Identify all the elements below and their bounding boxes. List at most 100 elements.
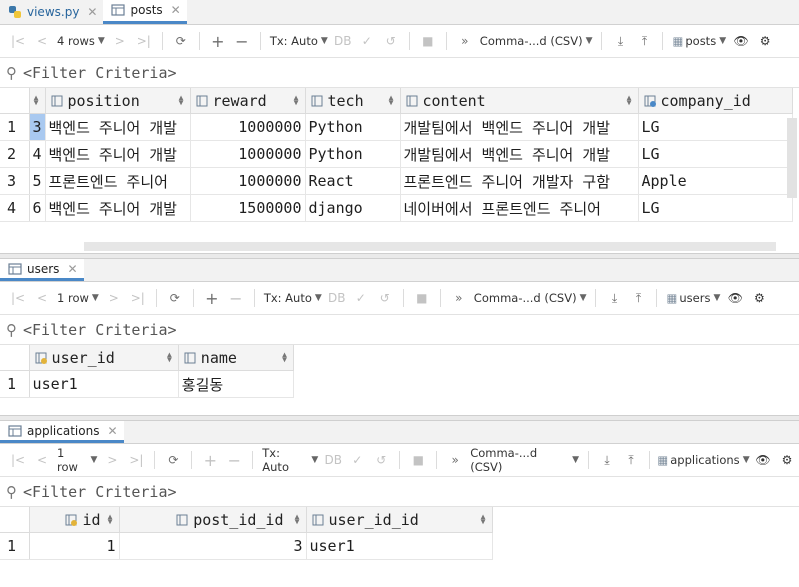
column-header-reward[interactable]: reward ▲ ▼	[190, 88, 306, 114]
check-icon[interactable]: ✓	[350, 287, 372, 309]
first-page-icon[interactable]: |<	[7, 30, 29, 52]
sort-icon[interactable]: ▲ ▼	[179, 94, 184, 107]
table-row[interactable]: 1 user1 홍길동	[0, 370, 295, 398]
cell-reward[interactable]: 1000000	[190, 113, 306, 141]
close-icon[interactable]: ✕	[67, 262, 77, 276]
column-header-id[interactable]: id ▲ ▼	[29, 507, 120, 533]
refresh-icon[interactable]: ⟳	[170, 30, 192, 52]
cell-id[interactable]: 1	[29, 532, 120, 560]
table-row[interactable]: 4 6 백엔드 주니어 개발 1500000 django 네이버에서 프론트엔…	[0, 194, 793, 222]
cell-company-id[interactable]: Apple	[638, 167, 793, 195]
cell-post-id-id[interactable]: 3	[119, 532, 307, 560]
tab-posts[interactable]: posts ✕	[103, 0, 187, 24]
vertical-scrollbar[interactable]	[787, 118, 797, 198]
column-header-company-id[interactable]: company_id	[638, 88, 793, 114]
sort-icon[interactable]: ▲ ▼	[295, 513, 300, 526]
cell-reward[interactable]: 1000000	[190, 167, 306, 195]
upload-icon[interactable]: ⤒	[627, 287, 649, 309]
stop-icon[interactable]: ■	[411, 287, 433, 309]
view-eye-icon[interactable]: 👁	[730, 30, 752, 52]
sort-icon[interactable]: ▲ ▼	[167, 351, 172, 364]
next-page-icon[interactable]: >	[109, 30, 131, 52]
rollback-icon[interactable]: ↺	[374, 287, 396, 309]
row-number[interactable]: 4	[0, 194, 30, 222]
cell-content[interactable]: 개발팀에서 백엔드 주니어 개발	[400, 140, 639, 168]
refresh-icon[interactable]: ⟳	[164, 287, 186, 309]
upload-icon[interactable]: ⤒	[620, 449, 642, 471]
rollback-icon[interactable]: ↺	[380, 30, 402, 52]
commit-icon[interactable]: DB	[326, 287, 348, 309]
close-icon[interactable]: ✕	[107, 424, 117, 438]
download-icon[interactable]: ⤓	[603, 287, 625, 309]
cell-id[interactable]: 6	[29, 194, 46, 222]
delete-row-icon[interactable]: −	[231, 30, 253, 52]
extractor-dropdown[interactable]: Comma-...d (CSV) ▼	[468, 446, 581, 474]
row-number[interactable]: 2	[0, 140, 30, 168]
gear-icon[interactable]: ⚙	[748, 287, 770, 309]
cell-id[interactable]: 5	[29, 167, 46, 195]
cell-company-id[interactable]: LG	[638, 140, 793, 168]
sort-icon[interactable]: ▲ ▼	[282, 351, 287, 364]
cell-tech[interactable]: Python	[305, 140, 401, 168]
more-icon[interactable]: »	[448, 287, 470, 309]
cell-reward[interactable]: 1500000	[190, 194, 306, 222]
tx-mode-dropdown[interactable]: Tx: Auto ▼	[268, 30, 330, 52]
filter-criteria[interactable]: <Filter Criteria>	[23, 64, 177, 82]
row-count-dropdown[interactable]: 1 row ▼	[55, 287, 101, 309]
column-header-user-id-id[interactable]: user_id_id ▲ ▼	[306, 507, 493, 533]
cell-tech[interactable]: Python	[305, 113, 401, 141]
cell-reward[interactable]: 1000000	[190, 140, 306, 168]
rollback-icon[interactable]: ↺	[370, 449, 392, 471]
add-row-icon[interactable]: +	[201, 287, 223, 309]
cell-user-id[interactable]: user1	[29, 370, 179, 398]
column-header-tech[interactable]: tech ▲ ▼	[305, 88, 401, 114]
table-selector-dropdown[interactable]: ▦ users ▼	[664, 287, 722, 309]
delete-row-icon[interactable]: −	[225, 287, 247, 309]
cell-content[interactable]: 네이버에서 프론트엔드 주니어	[400, 194, 639, 222]
last-page-icon[interactable]: >|	[125, 449, 147, 471]
tab-views-py[interactable]: views.py ✕	[0, 0, 103, 24]
stop-icon[interactable]: ■	[417, 30, 439, 52]
column-header-post-id-id[interactable]: post_id_id ▲ ▼	[119, 507, 307, 533]
more-icon[interactable]: »	[454, 30, 476, 52]
add-row-icon[interactable]: +	[199, 449, 221, 471]
row-count-dropdown[interactable]: 4 rows ▼	[55, 30, 107, 52]
more-icon[interactable]: »	[444, 449, 466, 471]
next-page-icon[interactable]: >	[101, 449, 123, 471]
last-page-icon[interactable]: >|	[127, 287, 149, 309]
extractor-dropdown[interactable]: Comma-...d (CSV) ▼	[478, 30, 595, 52]
cell-position[interactable]: 백엔드 주니어 개발	[45, 194, 191, 222]
column-header-name[interactable]: name ▲ ▼	[178, 345, 295, 371]
table-selector-dropdown[interactable]: ▦ posts ▼	[670, 30, 728, 52]
cell-position[interactable]: 프론트엔드 주니어	[45, 167, 191, 195]
download-icon[interactable]: ⤓	[609, 30, 631, 52]
tab-users[interactable]: users ✕	[0, 259, 84, 281]
table-row[interactable]: 1 3 백엔드 주니어 개발 1000000 Python 개발팀에서 백엔드 …	[0, 113, 793, 141]
gear-icon[interactable]: ⚙	[754, 30, 776, 52]
cell-company-id[interactable]: LG	[638, 194, 793, 222]
cell-name[interactable]: 홍길동	[178, 370, 295, 398]
first-page-icon[interactable]: |<	[7, 287, 29, 309]
sort-icon[interactable]: ▲ ▼	[294, 94, 299, 107]
add-row-icon[interactable]: +	[207, 30, 229, 52]
row-number[interactable]: 3	[0, 167, 30, 195]
prev-page-icon[interactable]: <	[31, 449, 53, 471]
table-row[interactable]: 3 5 프론트엔드 주니어 1000000 React 프론트엔드 주니어 개발…	[0, 167, 793, 195]
cell-content[interactable]: 프론트엔드 주니어 개발자 구함	[400, 167, 639, 195]
close-icon[interactable]: ✕	[171, 3, 181, 17]
filter-bar[interactable]: ⚲ <Filter Criteria>	[0, 477, 799, 507]
extractor-dropdown[interactable]: Comma-...d (CSV) ▼	[472, 287, 589, 309]
cell-tech[interactable]: React	[305, 167, 401, 195]
view-eye-icon[interactable]: 👁	[752, 449, 774, 471]
first-page-icon[interactable]: |<	[7, 449, 29, 471]
upload-icon[interactable]: ⤒	[633, 30, 655, 52]
cell-position[interactable]: 백엔드 주니어 개발	[45, 113, 191, 141]
row-number[interactable]: 1	[0, 532, 30, 560]
check-icon[interactable]: ✓	[356, 30, 378, 52]
tx-mode-dropdown[interactable]: Tx: Auto ▼	[262, 287, 324, 309]
row-number[interactable]: 1	[0, 370, 30, 398]
last-page-icon[interactable]: >|	[133, 30, 155, 52]
prev-page-icon[interactable]: <	[31, 287, 53, 309]
check-icon[interactable]: ✓	[346, 449, 368, 471]
sort-icon[interactable]: ▲ ▼	[108, 513, 113, 526]
